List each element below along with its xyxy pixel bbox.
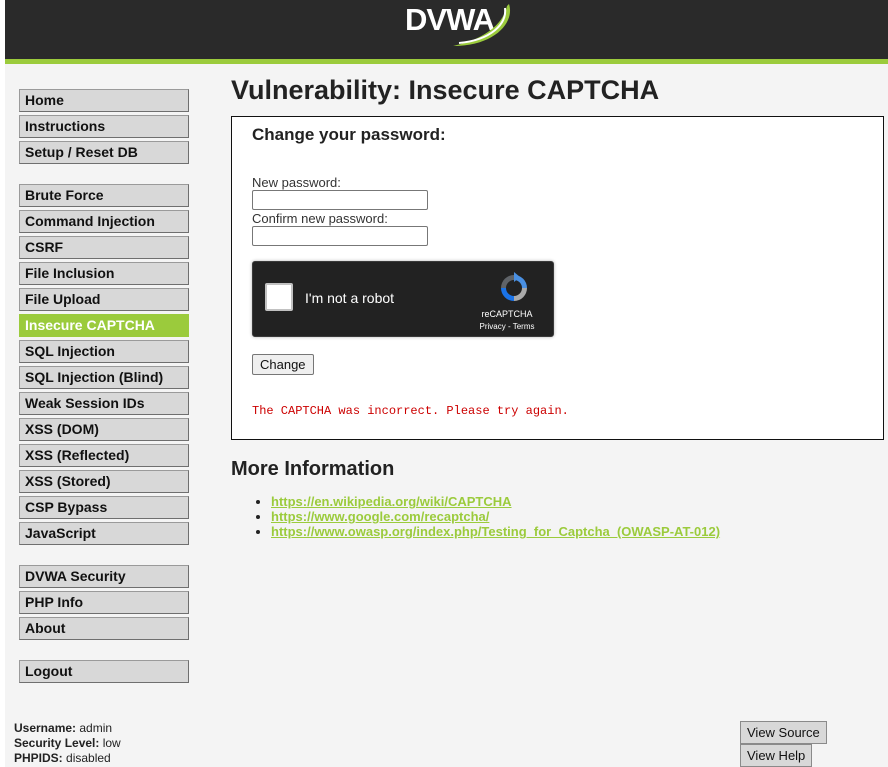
sidebar-item-setup-reset-db[interactable]: Setup / Reset DB: [19, 141, 189, 164]
list-item: https://www.owasp.org/index.php/Testing_…: [254, 524, 720, 539]
captcha-form-panel: Change your password: New password: Conf…: [231, 116, 884, 440]
user-info: Username: admin Security Level: low PHPI…: [14, 721, 121, 766]
header-bar: DVWA: [5, 0, 888, 59]
more-info-link-google[interactable]: https://www.google.com/recaptcha/: [271, 509, 489, 524]
sidebar-item-about[interactable]: About: [19, 617, 189, 640]
sidebar-item-dvwa-security[interactable]: DVWA Security: [19, 565, 189, 588]
sidebar-item-xss-dom[interactable]: XSS (DOM): [19, 418, 189, 441]
recaptcha-logo-icon: [501, 272, 527, 301]
error-message: The CAPTCHA was incorrect. Please try ag…: [252, 404, 569, 418]
logo-swoosh-icon: [453, 4, 511, 46]
security-level-value: low: [102, 736, 121, 750]
phpids-row: PHPIDS: disabled: [14, 751, 121, 766]
new-password-label: New password:: [252, 175, 341, 190]
sidebar-item-file-inclusion[interactable]: File Inclusion: [19, 262, 189, 285]
more-info-heading: More Information: [231, 458, 395, 480]
recaptcha-checkbox[interactable]: [265, 283, 293, 311]
menu-group-logout: Logout: [19, 660, 189, 686]
more-info-link-wikipedia[interactable]: https://en.wikipedia.org/wiki/CAPTCHA: [271, 494, 512, 509]
form-title: Change your password:: [252, 125, 446, 144]
sidebar-item-xss-stored[interactable]: XSS (Stored): [19, 470, 189, 493]
sidebar-item-sql-injection-blind[interactable]: SQL Injection (Blind): [19, 366, 189, 389]
sidebar-item-csp-bypass[interactable]: CSP Bypass: [19, 496, 189, 519]
more-info-link-owasp[interactable]: https://www.owasp.org/index.php/Testing_…: [271, 524, 720, 539]
sidebar-item-command-injection[interactable]: Command Injection: [19, 210, 189, 233]
view-source-button[interactable]: View Source: [740, 721, 827, 744]
page-title: Vulnerability: Insecure CAPTCHA: [231, 75, 660, 105]
recaptcha-label: I'm not a robot: [305, 290, 395, 306]
sidebar-item-php-info[interactable]: PHP Info: [19, 591, 189, 614]
sidebar-item-logout[interactable]: Logout: [19, 660, 189, 683]
header-accent-stripe: [5, 59, 888, 64]
sidebar-item-sql-injection[interactable]: SQL Injection: [19, 340, 189, 363]
recaptcha-links: Privacy - Terms: [472, 322, 542, 331]
sidebar-item-file-upload[interactable]: File Upload: [19, 288, 189, 311]
left-margin: [0, 0, 5, 767]
menu-group-vulnerabilities: Brute Force Command Injection CSRF File Inc…: [19, 184, 189, 548]
recaptcha-link-separator: -: [505, 322, 513, 331]
list-item: https://www.google.com/recaptcha/: [254, 509, 720, 524]
new-password-input[interactable]: [252, 190, 428, 210]
security-level-row: Security Level: low: [14, 736, 121, 751]
sidebar-item-javascript[interactable]: JavaScript: [19, 522, 189, 545]
security-level-label: Security Level:: [14, 736, 100, 750]
more-info-list: https://en.wikipedia.org/wiki/CAPTCHA ht…: [254, 494, 720, 539]
recaptcha-terms-link[interactable]: Terms: [513, 322, 535, 331]
footer-buttons: View Source View Help: [740, 721, 888, 767]
confirm-password-label: Confirm new password:: [252, 211, 388, 226]
sidebar-item-csrf[interactable]: CSRF: [19, 236, 189, 259]
change-button[interactable]: Change: [252, 354, 314, 375]
recaptcha-privacy-link[interactable]: Privacy: [480, 322, 506, 331]
recaptcha-brand: reCAPTCHA: [481, 309, 533, 319]
sidebar-item-home[interactable]: Home: [19, 89, 189, 112]
username-value: admin: [79, 721, 113, 735]
phpids-value: disabled: [66, 751, 111, 765]
sidebar-item-weak-session-ids[interactable]: Weak Session IDs: [19, 392, 189, 415]
sidebar-item-instructions[interactable]: Instructions: [19, 115, 189, 138]
sidebar-item-brute-force[interactable]: Brute Force: [19, 184, 189, 207]
sidebar-item-insecure-captcha[interactable]: Insecure CAPTCHA: [19, 314, 189, 337]
view-help-button[interactable]: View Help: [740, 744, 813, 767]
phpids-label: PHPIDS:: [14, 751, 63, 765]
sidebar-item-xss-reflected[interactable]: XSS (Reflected): [19, 444, 189, 467]
menu-group-main: Home Instructions Setup / Reset DB: [19, 89, 189, 167]
username-label: Username:: [14, 721, 77, 735]
menu-group-settings: DVWA Security PHP Info About: [19, 565, 189, 643]
recaptcha-widget: I'm not a robot reCAPTCHA Privacy - Term…: [252, 261, 554, 337]
username-row: Username: admin: [14, 721, 121, 736]
dvwa-logo[interactable]: DVWA: [405, 2, 515, 52]
confirm-password-input[interactable]: [252, 226, 428, 246]
list-item: https://en.wikipedia.org/wiki/CAPTCHA: [254, 494, 720, 509]
